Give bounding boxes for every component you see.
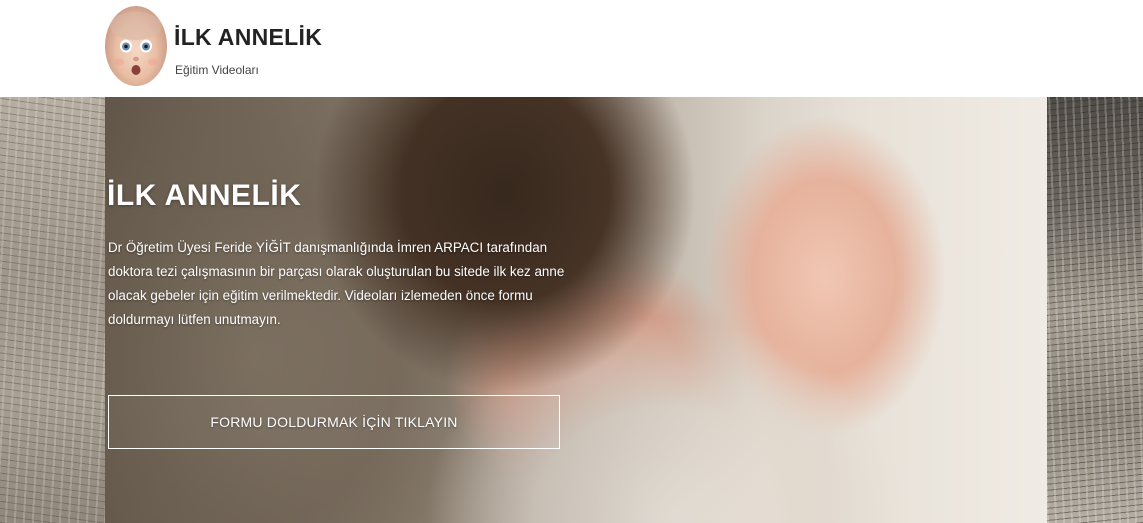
baby-face-icon[interactable] (105, 6, 167, 86)
site-header: İLK ANNELİK Eğitim Videoları (0, 0, 1143, 97)
hero-banner: İLK ANNELİK Dr Öğretim Üyesi Feride YİĞİ… (0, 97, 1143, 523)
left-texture-panel (0, 97, 105, 523)
hero-title: İLK ANNELİK (107, 179, 302, 212)
fill-form-button[interactable]: FORMU DOLDURMAK İÇİN TIKLAYIN (108, 395, 560, 449)
hero-description: Dr Öğretim Üyesi Feride YİĞİT danışmanlı… (108, 240, 565, 327)
right-texture-panel (1047, 97, 1143, 523)
site-subtitle: Eğitim Videoları (175, 63, 259, 77)
page: İLK ANNELİK Eğitim Videoları İLK ANNELİK… (0, 0, 1143, 523)
site-title[interactable]: İLK ANNELİK (174, 24, 322, 51)
